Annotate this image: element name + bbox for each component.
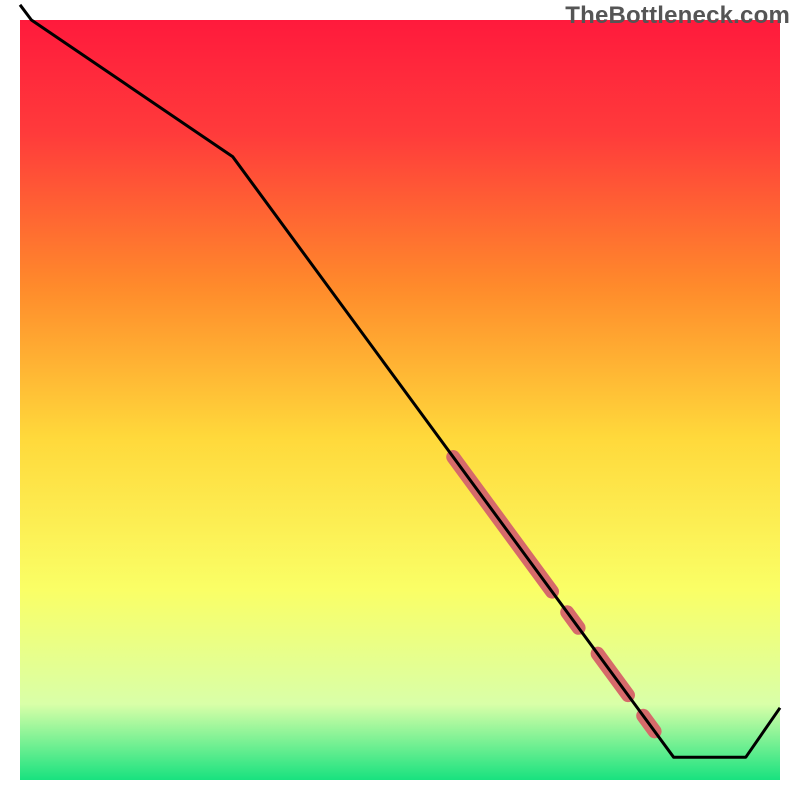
chart-frame: TheBottleneck.com	[0, 0, 800, 800]
plot-background	[20, 20, 780, 780]
watermark-text: TheBottleneck.com	[565, 2, 790, 30]
bottleneck-chart	[0, 0, 800, 800]
